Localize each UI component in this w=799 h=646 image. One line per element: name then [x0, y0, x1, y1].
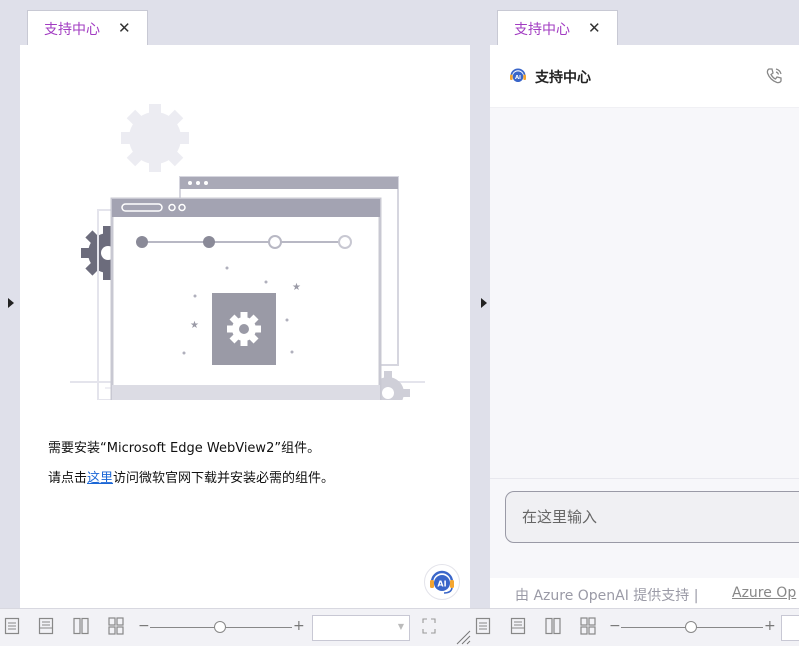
- chat-input[interactable]: [505, 491, 799, 543]
- download-instruction: 请点击这里访问微软官网下载并安装必需的组件。: [48, 467, 334, 486]
- svg-text:★: ★: [292, 282, 301, 293]
- support-chat-panel: AI 支持中心 由 Azure OpenAI 提供支持 | Azure Op: [490, 45, 799, 608]
- zoom-in-button[interactable]: +: [293, 618, 305, 634]
- page-view-icon[interactable]: [510, 617, 526, 635]
- zoom-slider-knob[interactable]: [214, 621, 226, 633]
- tab-label: 支持中心: [514, 21, 570, 38]
- right-panel: 支持中心 ✕ AI 支持中心 由 Azure OpenAI 提供支持 |: [478, 0, 799, 608]
- resize-grip-icon[interactable]: [455, 629, 471, 645]
- zoom-dropdown[interactable]: [781, 615, 799, 641]
- powered-by-text: 由 Azure OpenAI 提供支持 |: [515, 588, 699, 604]
- left-panel: 支持中心 ✕ ★ ★ 需要安装“Microsoft Edge WebView2”…: [0, 0, 478, 608]
- chat-messages-area: [490, 108, 799, 478]
- close-icon[interactable]: ✕: [118, 21, 131, 36]
- fullscreen-icon[interactable]: [421, 617, 437, 635]
- close-icon[interactable]: ✕: [588, 21, 601, 36]
- svg-text:★: ★: [190, 320, 199, 331]
- page-view-icon[interactable]: [38, 617, 54, 635]
- zoom-slider-knob[interactable]: [685, 621, 697, 633]
- collapse-arrow-icon[interactable]: [481, 298, 487, 308]
- headset-ai-icon: AI: [430, 570, 454, 594]
- svg-text:AI: AI: [437, 580, 446, 589]
- two-page-view-icon[interactable]: [545, 617, 561, 635]
- ai-assistant-button[interactable]: AI: [424, 564, 460, 600]
- normal-view-icon[interactable]: [475, 617, 491, 635]
- chat-title: 支持中心: [535, 70, 591, 86]
- two-page-view-icon[interactable]: [73, 617, 89, 635]
- azure-openai-link[interactable]: Azure Op: [732, 585, 796, 601]
- tab-label: 支持中心: [44, 21, 100, 38]
- chevron-down-icon: ▼: [397, 622, 404, 631]
- download-link[interactable]: 这里: [87, 471, 113, 486]
- zoom-dropdown[interactable]: ▼: [312, 615, 410, 641]
- zoom-out-button[interactable]: −: [609, 618, 621, 634]
- collapse-arrow-icon[interactable]: [8, 298, 14, 308]
- chat-footer: 由 Azure OpenAI 提供支持 | Azure Op: [490, 578, 799, 608]
- chat-input-area: [490, 478, 799, 579]
- tab-support-center-left[interactable]: 支持中心 ✕: [27, 10, 148, 46]
- headset-ai-icon: AI: [510, 68, 526, 82]
- zoom-in-button[interactable]: +: [764, 618, 776, 634]
- multi-page-view-icon[interactable]: [108, 617, 124, 635]
- chat-header: AI 支持中心: [490, 45, 799, 108]
- install-illustration: ★ ★: [70, 104, 425, 400]
- phone-icon[interactable]: [764, 66, 784, 86]
- tab-support-center-right[interactable]: 支持中心 ✕: [497, 10, 618, 46]
- status-bar: − + ▼ − +: [0, 608, 799, 646]
- webview-required-text: 需要安装“Microsoft Edge WebView2”组件。: [48, 441, 321, 456]
- instruction-suffix: 访问微软官网下载并安装必需的组件。: [113, 471, 335, 486]
- normal-view-icon[interactable]: [4, 617, 20, 635]
- zoom-out-button[interactable]: −: [138, 618, 150, 634]
- svg-text:AI: AI: [515, 75, 521, 81]
- webview-missing-panel: ★ ★ 需要安装“Microsoft Edge WebView2”组件。 请点击…: [20, 45, 470, 608]
- instruction-prefix: 请点击: [48, 471, 88, 486]
- multi-page-view-icon[interactable]: [580, 617, 596, 635]
